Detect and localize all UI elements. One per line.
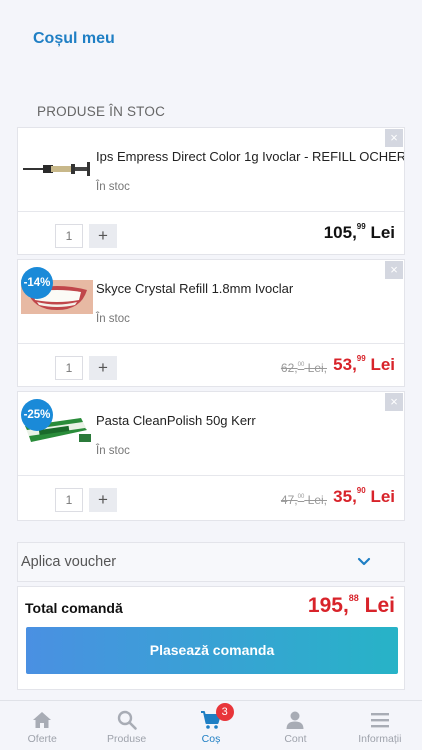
total-value: 195,88 Lei: [308, 593, 395, 618]
header: Coșul meu: [0, 0, 422, 78]
divider: [18, 343, 404, 344]
close-icon: ×: [390, 130, 398, 145]
cart-count-badge: 3: [215, 703, 234, 721]
page-title: Coșul meu: [33, 30, 115, 47]
section-label: PRODUSE ÎN STOC: [37, 104, 166, 119]
stock-status: În stoc: [96, 313, 130, 325]
old-price-decimals: 00: [297, 362, 305, 368]
price-integer: 53,: [333, 355, 357, 374]
syringe-image: [23, 162, 90, 176]
sale-price: 35,90 Lei: [333, 486, 395, 507]
voucher-dropdown[interactable]: Aplica voucher: [17, 542, 405, 582]
tab-label: Informații: [358, 733, 402, 745]
divider: [18, 211, 404, 212]
old-price-decimals: 00: [297, 494, 305, 500]
place-order-button[interactable]: Plasează comanda: [26, 627, 398, 674]
cart-item: × -14% Skyce Crystal Refill 1.8mm Ivocla…: [17, 259, 405, 387]
old-price: 62,00 Lei,: [281, 361, 327, 375]
tab-cont[interactable]: Cont: [253, 701, 337, 750]
close-icon: ×: [390, 394, 398, 409]
price-currency: Lei: [370, 487, 395, 506]
old-price-currency: Lei,: [307, 361, 327, 375]
order-summary: Total comandă 195,88 Lei Plasează comand…: [17, 586, 405, 690]
increase-quantity-button[interactable]: +: [89, 488, 117, 512]
price-currency: Lei: [370, 355, 395, 374]
close-icon: ×: [390, 262, 398, 277]
stock-status: În stoc: [96, 445, 130, 457]
discount-badge: -14%: [21, 267, 53, 299]
tab-label: Oferte: [27, 733, 57, 745]
divider: [18, 475, 404, 476]
stock-status: În stoc: [96, 181, 130, 193]
tab-label: Coș: [201, 733, 221, 745]
tab-oferte[interactable]: Oferte: [0, 701, 84, 750]
old-price: 47,00 Lei,: [281, 493, 327, 507]
search-icon: [117, 710, 137, 730]
increase-quantity-button[interactable]: +: [89, 224, 117, 248]
total-label: Total comandă: [25, 600, 123, 616]
discount-badge: -25%: [21, 399, 53, 431]
tab-cos[interactable]: 3 Coș: [169, 701, 253, 750]
product-name[interactable]: Pasta CleanPolish 50g Kerr: [96, 413, 404, 428]
sale-price: 53,99 Lei: [333, 354, 395, 375]
home-icon: [33, 712, 52, 728]
old-price-integer: 62,: [280, 361, 298, 375]
tab-label: Cont: [284, 733, 307, 745]
remove-item-button[interactable]: ×: [385, 393, 403, 411]
price-integer: 35,: [333, 487, 357, 506]
total-integer: 195,: [307, 594, 349, 617]
bottom-tab-bar: Oferte Produse 3 Coș Cont Informații: [0, 700, 422, 750]
price-integer: 105,: [323, 223, 357, 242]
price-decimals: 99: [356, 222, 366, 231]
price-currency: Lei: [370, 223, 395, 242]
old-price-integer: 47,: [280, 493, 298, 507]
menu-icon: [370, 713, 389, 728]
user-icon: [286, 711, 304, 729]
product-image[interactable]: [21, 148, 93, 182]
old-price-currency: Lei,: [307, 493, 327, 507]
product-name[interactable]: Skyce Crystal Refill 1.8mm Ivoclar: [96, 281, 404, 296]
product-name[interactable]: Ips Empress Direct Color 1g Ivoclar - RE…: [96, 149, 404, 164]
total-decimals: 88: [348, 593, 359, 603]
cart-item: × -25% Pasta CleanPolish 50g Kerr În sto…: [17, 391, 405, 521]
total-currency: Lei: [364, 594, 395, 617]
voucher-label: Aplica voucher: [21, 554, 117, 570]
price: 105,99 Lei: [324, 222, 395, 243]
remove-item-button[interactable]: ×: [385, 261, 403, 279]
cart-item: × Ips Empress Direct Color 1g Ivoclar - …: [17, 127, 405, 255]
tab-informatii[interactable]: Informații: [338, 701, 422, 750]
remove-item-button[interactable]: ×: [385, 129, 403, 147]
quantity-field[interactable]: 1: [55, 224, 83, 248]
price-decimals: 99: [356, 354, 366, 363]
quantity-field[interactable]: 1: [55, 488, 83, 512]
quantity-field[interactable]: 1: [55, 356, 83, 380]
price-decimals: 90: [356, 486, 366, 495]
increase-quantity-button[interactable]: +: [89, 356, 117, 380]
chevron-down-icon: [357, 557, 371, 566]
tab-label: Produse: [107, 733, 147, 745]
tab-produse[interactable]: Produse: [84, 701, 168, 750]
